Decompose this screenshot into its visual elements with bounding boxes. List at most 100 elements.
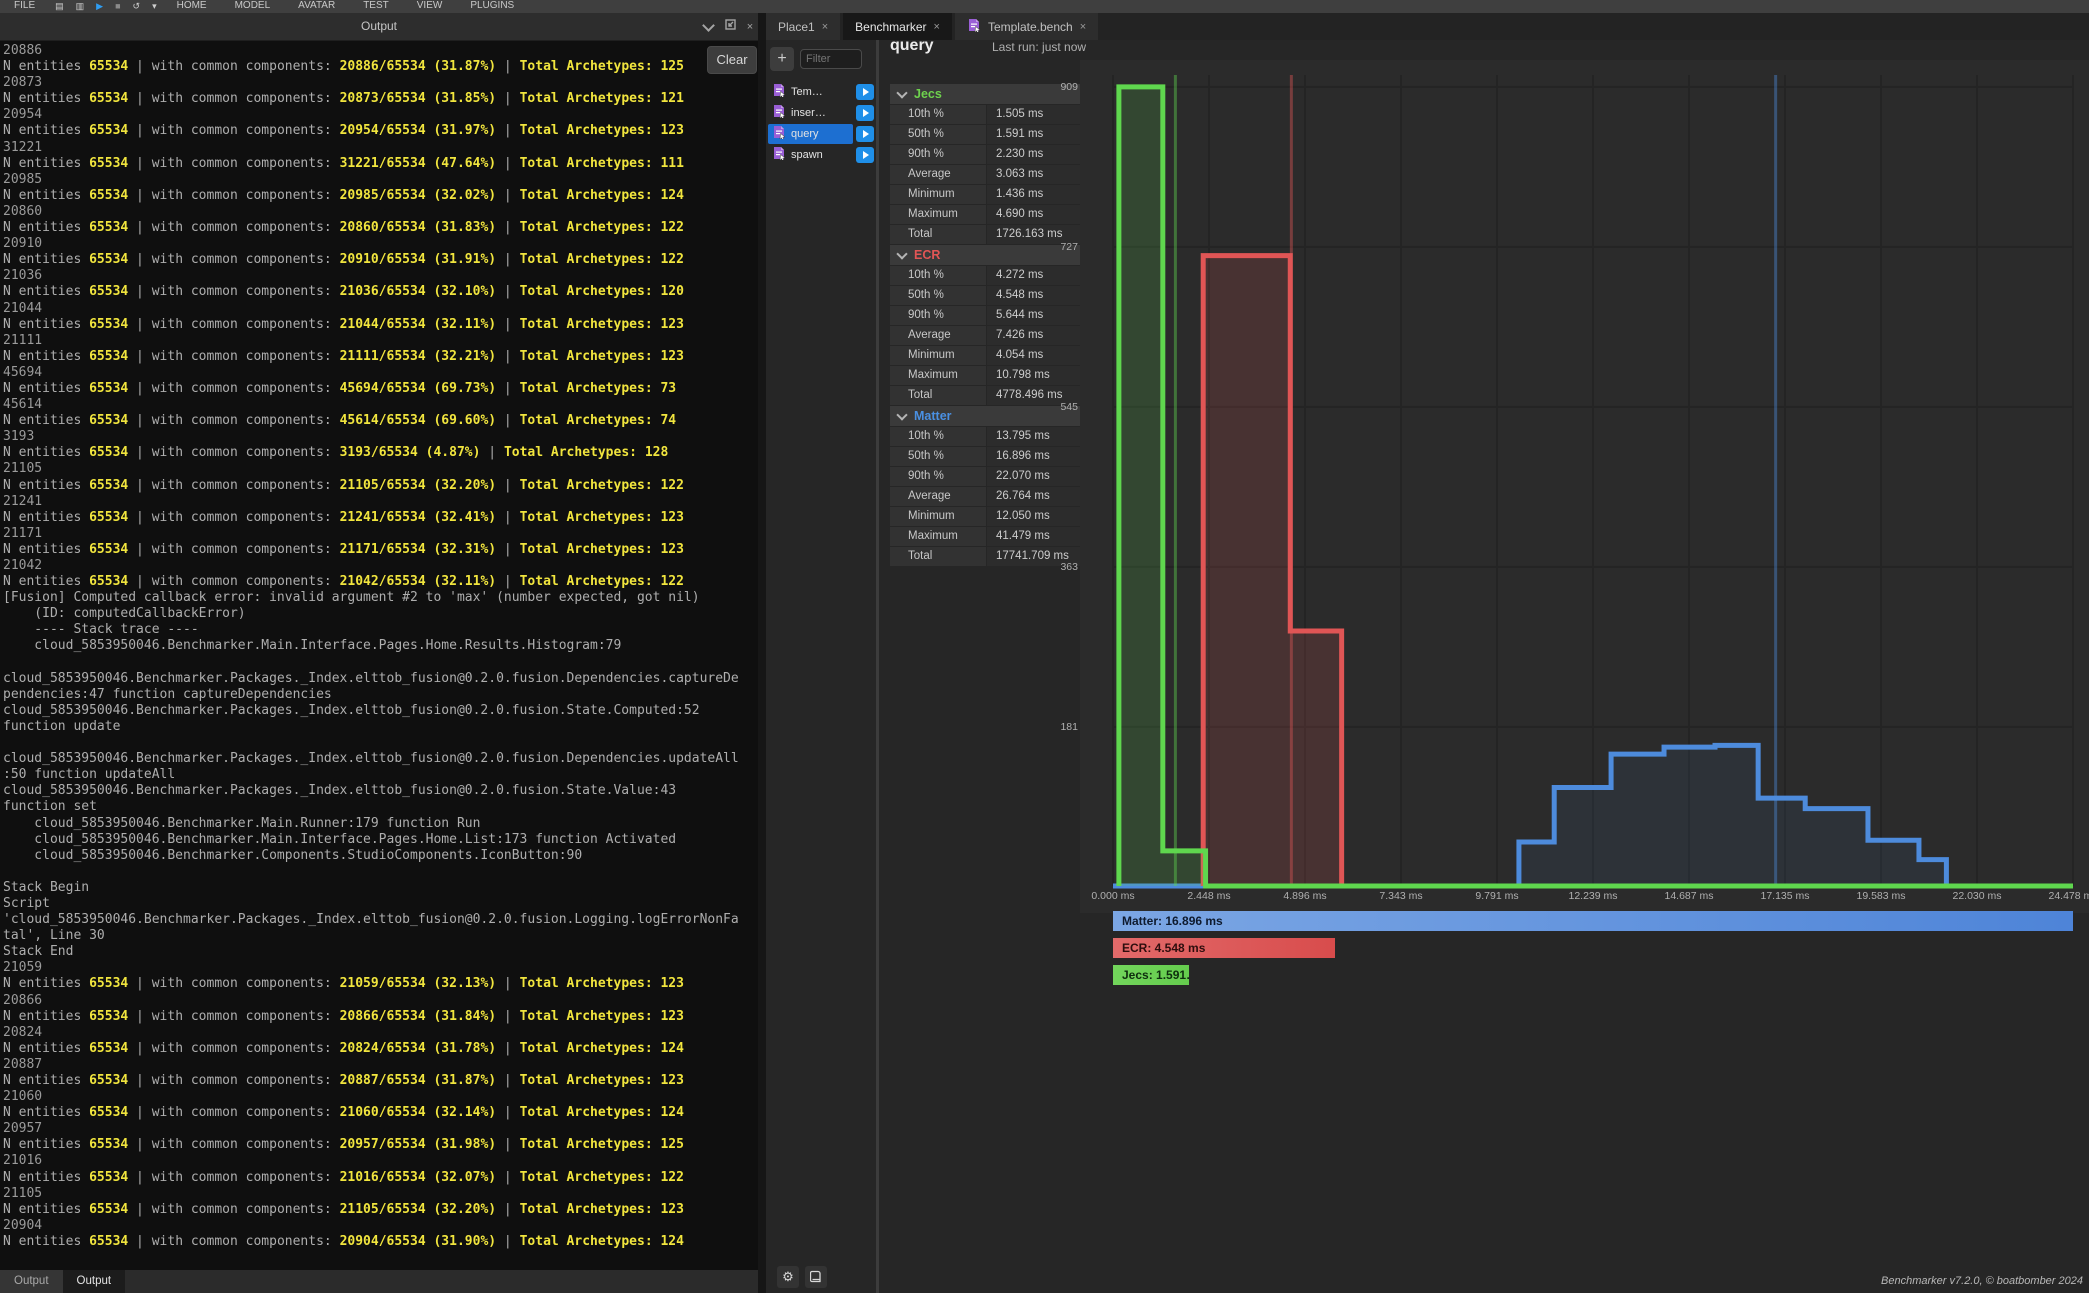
log-line xyxy=(3,735,758,751)
menu-model[interactable]: MODEL xyxy=(221,0,285,13)
stat-value: 26.764 ms xyxy=(987,487,1090,506)
output-bottom-tabbar: Output Output xyxy=(0,1270,758,1293)
log-line: N entities 65534 | with common component… xyxy=(3,1073,758,1089)
menu-plugins[interactable]: PLUGINS xyxy=(456,0,528,13)
tab-close-icon[interactable]: × xyxy=(934,21,940,33)
stat-value: 12.050 ms xyxy=(987,507,1090,526)
stat-value: 4.690 ms xyxy=(987,205,1090,224)
run-benchmark-button[interactable] xyxy=(856,84,874,100)
clear-button[interactable]: Clear xyxy=(707,46,757,74)
menu-home[interactable]: HOME xyxy=(163,0,221,13)
x-axis-label: 7.343 ms xyxy=(1356,890,1446,902)
document-tab-place1[interactable]: Place1 × xyxy=(766,13,840,40)
stat-row: Maximum10.798 ms xyxy=(890,366,1090,385)
x-axis-label: 14.687 ms xyxy=(1644,890,1734,902)
play-icon xyxy=(863,88,869,96)
play-icon[interactable]: ▶ xyxy=(90,0,109,13)
log-line: 20886 xyxy=(3,43,758,59)
log-line: 20824 xyxy=(3,1025,758,1041)
benchmark-list: Tem… inser… query spawn xyxy=(768,82,874,166)
log-line: cloud_5853950046.Benchmarker.Main.Runner… xyxy=(3,816,758,832)
histogram-chart xyxy=(1080,60,2089,913)
panel-splitter[interactable] xyxy=(758,13,766,1293)
popout-icon[interactable] xyxy=(722,19,738,35)
add-benchmark-button[interactable]: + xyxy=(770,47,794,71)
benchmark-item-query[interactable]: query xyxy=(768,124,874,144)
log-line: (ID: computedCallbackError) xyxy=(3,606,758,622)
script-icon xyxy=(772,83,786,102)
script-icon xyxy=(772,104,786,123)
log-line: N entities 65534 | with common component… xyxy=(3,156,758,172)
log-line: N entities 65534 | with common component… xyxy=(3,220,758,236)
save-icon[interactable]: ▥ xyxy=(70,0,91,13)
stat-row: 50th %4.548 ms xyxy=(890,286,1090,305)
tab-label: Place1 xyxy=(778,20,815,34)
stat-row: Minimum12.050 ms xyxy=(890,507,1090,526)
chevron-down-icon xyxy=(896,87,907,98)
log-line: N entities 65534 | with common component… xyxy=(3,91,758,107)
stat-row: Minimum1.436 ms xyxy=(890,185,1090,204)
benchmark-item-tem[interactable]: Tem… xyxy=(768,82,874,102)
log-line: N entities 65534 | with common component… xyxy=(3,413,758,429)
log-line: N entities 65534 | with common component… xyxy=(3,381,758,397)
output-window: Output × Clear 20886 N entities 65534 | w… xyxy=(0,13,758,1293)
redo-dropdown-icon[interactable]: ▾ xyxy=(146,0,163,13)
stat-label: Maximum xyxy=(890,527,986,546)
stat-row: 50th %1.591 ms xyxy=(890,125,1090,144)
benchmark-item-body[interactable]: query xyxy=(768,124,853,144)
stat-label: Maximum xyxy=(890,205,986,224)
document-tab-benchmarker[interactable]: Benchmarker× xyxy=(843,13,952,40)
x-axis-label: 4.896 ms xyxy=(1260,890,1350,902)
run-benchmark-button[interactable] xyxy=(856,147,874,163)
x-axis-label: 9.791 ms xyxy=(1452,890,1542,902)
benchmark-item-spawn[interactable]: spawn xyxy=(768,145,874,165)
benchmark-item-label: Tem… xyxy=(791,86,823,98)
menu-avatar[interactable]: AVATAR xyxy=(284,0,349,13)
log-line: [Fusion] Computed callback error: invali… xyxy=(3,590,758,606)
x-axis-label: 17.135 ms xyxy=(1740,890,1830,902)
legend-label: Matter: 16.896 ms xyxy=(1113,914,1223,928)
menu-view[interactable]: VIEW xyxy=(403,0,457,13)
stat-row: Average3.063 ms xyxy=(890,165,1090,184)
y-axis-label: 363 xyxy=(1046,561,1078,573)
run-benchmark-button[interactable] xyxy=(856,105,874,121)
new-file-icon[interactable]: ▤ xyxy=(49,0,70,13)
tab-close-icon[interactable]: × xyxy=(1080,21,1086,33)
benchmark-item-body[interactable]: spawn xyxy=(768,145,853,165)
benchmark-item-body[interactable]: Tem… xyxy=(768,82,853,102)
log-line: pendencies:47 function captureDependenci… xyxy=(3,687,758,703)
log-line: :50 function updateAll xyxy=(3,767,758,783)
log-line: N entities 65534 | with common component… xyxy=(3,188,758,204)
output-tab-2[interactable]: Output xyxy=(63,1270,126,1293)
menu-test[interactable]: TEST xyxy=(349,0,403,13)
stat-row: Maximum41.479 ms xyxy=(890,527,1090,546)
log-line: N entities 65534 | with common component… xyxy=(3,1041,758,1057)
log-line: N entities 65534 | with common component… xyxy=(3,478,758,494)
output-tab-1[interactable]: Output xyxy=(0,1270,63,1293)
collapse-icon[interactable] xyxy=(700,19,716,35)
close-icon[interactable]: × xyxy=(742,19,758,35)
settings-gear-icon[interactable]: ⚙ xyxy=(777,1266,799,1288)
log-line: function set xyxy=(3,799,758,815)
stat-label: Minimum xyxy=(890,507,986,526)
sidebar-divider[interactable] xyxy=(876,40,879,1293)
benchmark-item-label: query xyxy=(791,128,819,140)
menu-file[interactable]: FILE xyxy=(0,0,49,13)
play-icon xyxy=(863,151,869,159)
y-axis-label: 727 xyxy=(1046,241,1078,253)
tab-close-icon[interactable]: × xyxy=(822,21,828,33)
play-icon xyxy=(863,109,869,117)
filter-input[interactable] xyxy=(800,49,862,69)
log-line: Stack End xyxy=(3,944,758,960)
stat-row: 10th %13.795 ms xyxy=(890,427,1090,446)
document-tab-template-bench[interactable]: Template.bench× xyxy=(955,13,1098,40)
benchmark-item-inser[interactable]: inser… xyxy=(768,103,874,123)
undo-icon[interactable]: ↺ xyxy=(127,0,147,13)
benchmark-item-label: inser… xyxy=(791,107,826,119)
stat-label: 10th % xyxy=(890,266,986,285)
benchmark-item-body[interactable]: inser… xyxy=(768,103,853,123)
run-benchmark-button[interactable] xyxy=(856,126,874,142)
stop-icon[interactable]: ■ xyxy=(109,0,126,13)
stat-label: Total xyxy=(890,386,986,405)
docs-book-icon[interactable] xyxy=(805,1266,827,1288)
